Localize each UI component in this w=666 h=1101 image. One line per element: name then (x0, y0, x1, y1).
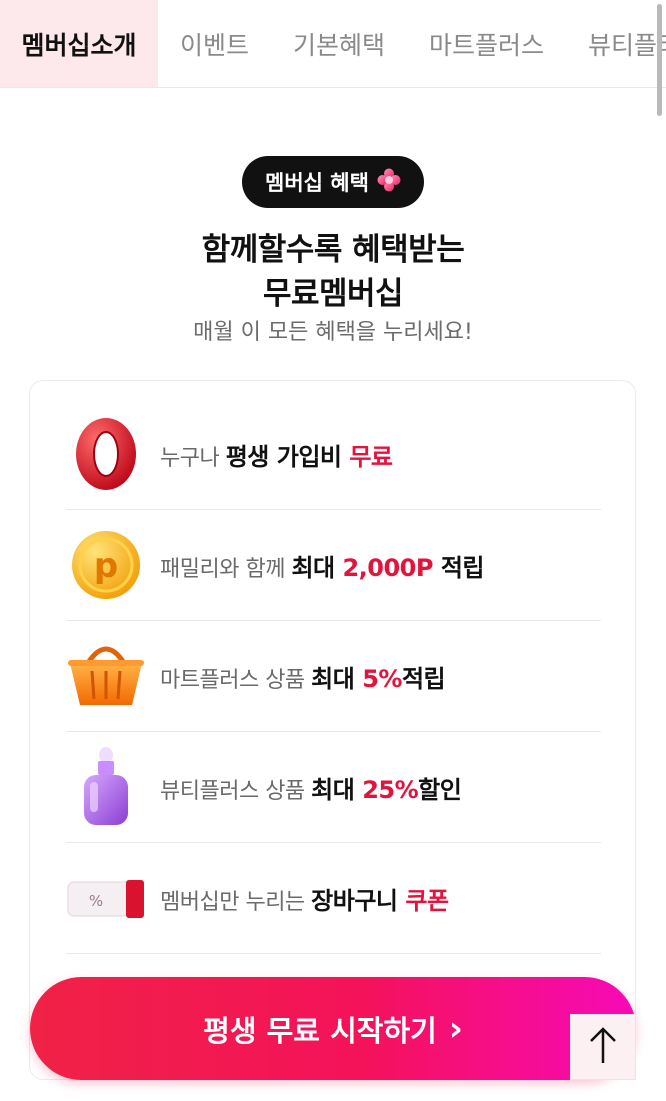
tab-mart-plus[interactable]: 마트플러스 (407, 0, 566, 87)
scroll-to-top-button[interactable] (570, 1014, 636, 1080)
benefits-card: 누구나 평생 가입비 무료 p 패밀리와 함께 최대 2,000P 적립 마트플… (29, 380, 636, 1080)
page-title-line1: 함께할수록 혜택받는 (201, 232, 465, 268)
benefit-text: 뷰티플러스 상품 최대 25%할인 (160, 775, 462, 804)
chevron-right-icon: › (448, 1008, 463, 1049)
zero-icon (66, 414, 146, 494)
page-scrollbar[interactable] (657, 4, 662, 116)
serum-bottle-icon (66, 747, 146, 827)
tab-basic-benefits[interactable]: 기본혜택 (271, 0, 407, 87)
page-title-line2: 무료멤버십 (262, 276, 404, 312)
benefit-text: 패밀리와 함께 최대 2,000P 적립 (160, 553, 484, 582)
benefit-text: 마트플러스 상품 최대 5%적립 (160, 664, 446, 693)
tab-beauty-plus[interactable]: 뷰티플러 (566, 0, 666, 87)
page-subtitle: 매월 이 모든 혜택을 누리세요! (193, 320, 473, 345)
membership-benefit-badge: 멤버십 혜택 (242, 156, 424, 208)
sparkle-flower-icon (377, 168, 401, 197)
coupon-icon: % (66, 858, 146, 938)
point-coin-icon: p (66, 525, 146, 605)
badge-label: 멤버십 혜택 (265, 171, 369, 195)
benefit-row-mart-plus: 마트플러스 상품 최대 5%적립 (66, 621, 601, 732)
benefit-row-free-signup: 누구나 평생 가입비 무료 (66, 399, 601, 510)
basket-icon (66, 636, 146, 716)
category-tabs: 멤버십소개 이벤트 기본혜택 마트플러스 뷰티플러 (0, 0, 666, 88)
svg-text:%: % (89, 892, 103, 910)
arrow-up-icon (588, 1025, 618, 1069)
start-free-membership-button[interactable]: 평생 무료 시작하기 › (30, 977, 636, 1080)
tab-membership-intro[interactable]: 멤버십소개 (0, 0, 158, 87)
cta-label: 평생 무료 시작하기 (203, 1013, 437, 1048)
benefit-row-cart-coupon: % 멤버십만 누리는 장바구니 쿠폰 (66, 843, 601, 954)
svg-text:p: p (94, 546, 118, 586)
benefit-text: 멤버십만 누리는 장바구니 쿠폰 (160, 886, 449, 915)
benefit-row-beauty-plus: 뷰티플러스 상품 최대 25%할인 (66, 732, 601, 843)
tab-events[interactable]: 이벤트 (158, 0, 271, 87)
benefit-row-family-points: p 패밀리와 함께 최대 2,000P 적립 (66, 510, 601, 621)
benefit-text: 누구나 평생 가입비 무료 (160, 442, 393, 471)
